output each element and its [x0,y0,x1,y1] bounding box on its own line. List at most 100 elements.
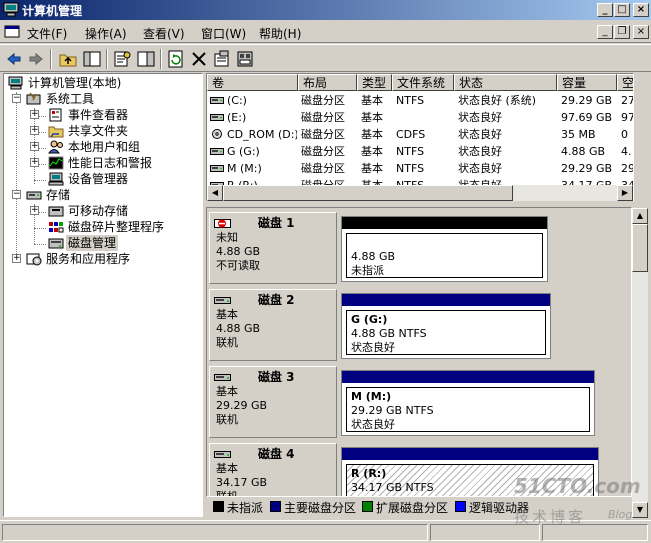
disk-info[interactable]: 磁盘 2 基本 4.88 GB 联机 [209,289,337,361]
mdi-close-button[interactable]: × [633,25,649,39]
mdi-restore-button[interactable]: ❐ [614,25,630,39]
volume-cell-vol: (C:) [227,94,247,107]
back-arrow-icon[interactable] [4,49,24,69]
tree-item-shared-folders[interactable]: + 共享文件夹 [6,123,202,139]
tree-item-local-users[interactable]: + 本地用户和组 [6,139,202,155]
column-header-free[interactable]: 空 [617,74,633,91]
collapse-icon[interactable]: − [12,190,21,199]
volume-row[interactable]: G (G:) 磁盘分区 基本 NTFS 状态良好 4.88 GB 4. [207,143,633,160]
scroll-right-button[interactable]: ▶ [617,185,633,201]
expand-icon[interactable]: + [30,206,39,215]
disk-info[interactable]: 磁盘 4 基本 34.17 GB 联机 [209,443,337,497]
properties-sheet-icon[interactable] [212,49,232,69]
expand-icon[interactable]: + [30,142,39,151]
scroll-down-button[interactable]: ▼ [632,502,648,518]
partition-type-bar [342,217,547,229]
vertical-scrollbar[interactable]: ▲ ▼ [632,208,648,518]
partition-type-bar [342,294,550,306]
menu-window[interactable]: 窗口(W) [201,25,246,42]
partition-details[interactable]: R (R:) 34.17 GB NTFS [346,464,594,496]
disk-status: 联机 [216,413,238,426]
column-header-volume[interactable]: 卷 [207,74,298,91]
horizontal-scroll-thumb[interactable] [223,185,513,201]
disk-status: 联机 [216,490,238,497]
volume-cell-free: 0 [621,128,628,141]
volume-cell-capacity: 29.29 GB [561,94,613,107]
maximize-button[interactable]: □ [614,3,630,17]
volume-cell-free: 4. [621,145,632,158]
column-header-layout[interactable]: 布局 [298,74,357,91]
tree-item-root[interactable]: 计算机管理(本地) [6,75,202,91]
status-cell [542,524,648,541]
disk-info[interactable]: 磁盘 3 基本 29.29 GB 联机 [209,366,337,438]
tree-item-event-viewer[interactable]: + 事件查看器 [6,107,202,123]
expand-icon[interactable]: + [12,254,21,263]
volume-row[interactable]: (C:) 磁盘分区 基本 NTFS 状态良好 (系统) 29.29 GB 27 [207,92,633,109]
menu-view[interactable]: 查看(V) [143,25,185,42]
vertical-scroll-thumb[interactable] [632,224,648,272]
refresh-icon[interactable] [166,49,186,69]
menu-help[interactable]: 帮助(H) [259,25,301,42]
tree-item-removable-storage[interactable]: + 可移动存储 [6,203,202,219]
disk-name: 磁盘 1 [258,216,295,230]
legend-swatch-logical [455,501,466,512]
partition-details[interactable]: 4.88 GB 未指派 [346,233,543,278]
partition-details[interactable]: M (M:) 29.29 GB NTFS 状态良好 [346,387,590,432]
volume-cell-type: 基本 [361,162,383,175]
disk-settings-icon[interactable] [235,49,255,69]
show-hide-tree-icon[interactable] [82,49,102,69]
storage-icon [26,191,42,200]
legend-label: 逻辑驱动器 [469,501,530,515]
column-header-capacity[interactable]: 容量 [557,74,617,91]
properties-icon[interactable] [112,49,132,69]
computer-icon [8,76,23,90]
mdi-window-icon[interactable] [4,24,20,40]
horizontal-scrollbar[interactable]: ◀ ▶ [207,185,633,201]
partition-box[interactable]: 4.88 GB 未指派 [341,216,548,282]
collapse-icon[interactable]: − [12,94,21,103]
column-header-filesystem[interactable]: 文件系统 [392,74,454,91]
volume-row[interactable]: CD_ROM (D:) 磁盘分区 基本 CDFS 状态良好 35 MB 0 [207,126,633,143]
partition-box[interactable]: M (M:) 29.29 GB NTFS 状态良好 [341,370,595,436]
expand-icon[interactable]: + [30,126,39,135]
disk-info[interactable]: 磁盘 1 未知 4.88 GB 不可读取 [209,212,337,284]
scroll-up-button[interactable]: ▲ [632,208,648,224]
tree-item-defrag[interactable]: 磁盘碎片整理程序 [6,219,202,235]
legend-label: 主要磁盘分区 [284,501,357,515]
tree-item-services-apps[interactable]: + 服务和应用程序 [6,251,202,267]
status-bar [0,520,651,543]
tree-item-disk-management[interactable]: 磁盘管理 [6,235,202,251]
tree-label: 共享文件夹 [68,124,129,138]
partition-details[interactable]: G (G:) 4.88 GB NTFS 状态良好 [346,310,546,355]
delete-icon[interactable] [189,49,209,69]
volume-row[interactable]: M (M:) 磁盘分区 基本 NTFS 状态良好 29.29 GB 29 [207,160,633,177]
expand-icon[interactable]: + [30,110,39,119]
tree-item-storage[interactable]: − 存储 [6,187,202,203]
scroll-left-button[interactable]: ◀ [207,185,223,201]
partition-box[interactable]: R (R:) 34.17 GB NTFS [341,447,599,496]
volume-cell-vol: CD_ROM (D:) [227,128,297,141]
tree-item-device-manager[interactable]: 设备管理器 [6,171,202,187]
forward-arrow-icon[interactable] [26,49,46,69]
menu-file[interactable]: 文件(F) [27,25,67,42]
tree-item-perf-logs[interactable]: + 性能日志和警报 [6,155,202,171]
mdi-minimize-button[interactable]: _ [597,25,613,39]
volume-cell-status: 状态良好 [458,162,502,175]
disk-size: 4.88 GB [216,322,261,335]
defrag-icon [49,222,64,233]
volume-row[interactable]: (E:) 磁盘分区 基本 状态良好 97.69 GB 97 [207,109,633,126]
close-button[interactable]: × [633,3,649,17]
status-cell [430,524,540,541]
partition-box[interactable]: G (G:) 4.88 GB NTFS 状态良好 [341,293,551,359]
expand-icon[interactable]: + [30,158,39,167]
menu-action[interactable]: 操作(A) [85,25,127,42]
column-header-type[interactable]: 类型 [357,74,392,91]
disk-row: 磁盘 3 基本 29.29 GB 联机 M (M:) 29.29 GB NTFS 状态良好 [207,364,631,439]
minimize-button[interactable]: _ [597,3,613,17]
column-header-status[interactable]: 状态 [454,74,557,91]
disk-row: 磁盘 4 基本 34.17 GB 联机 R (R:) 34.17 GB NTFS [207,441,631,497]
partition-state: 未指派 [351,264,384,277]
up-folder-icon[interactable] [58,49,78,69]
tree-item-system-tools[interactable]: − 系统工具 [6,91,202,107]
help-icon[interactable] [136,49,156,69]
